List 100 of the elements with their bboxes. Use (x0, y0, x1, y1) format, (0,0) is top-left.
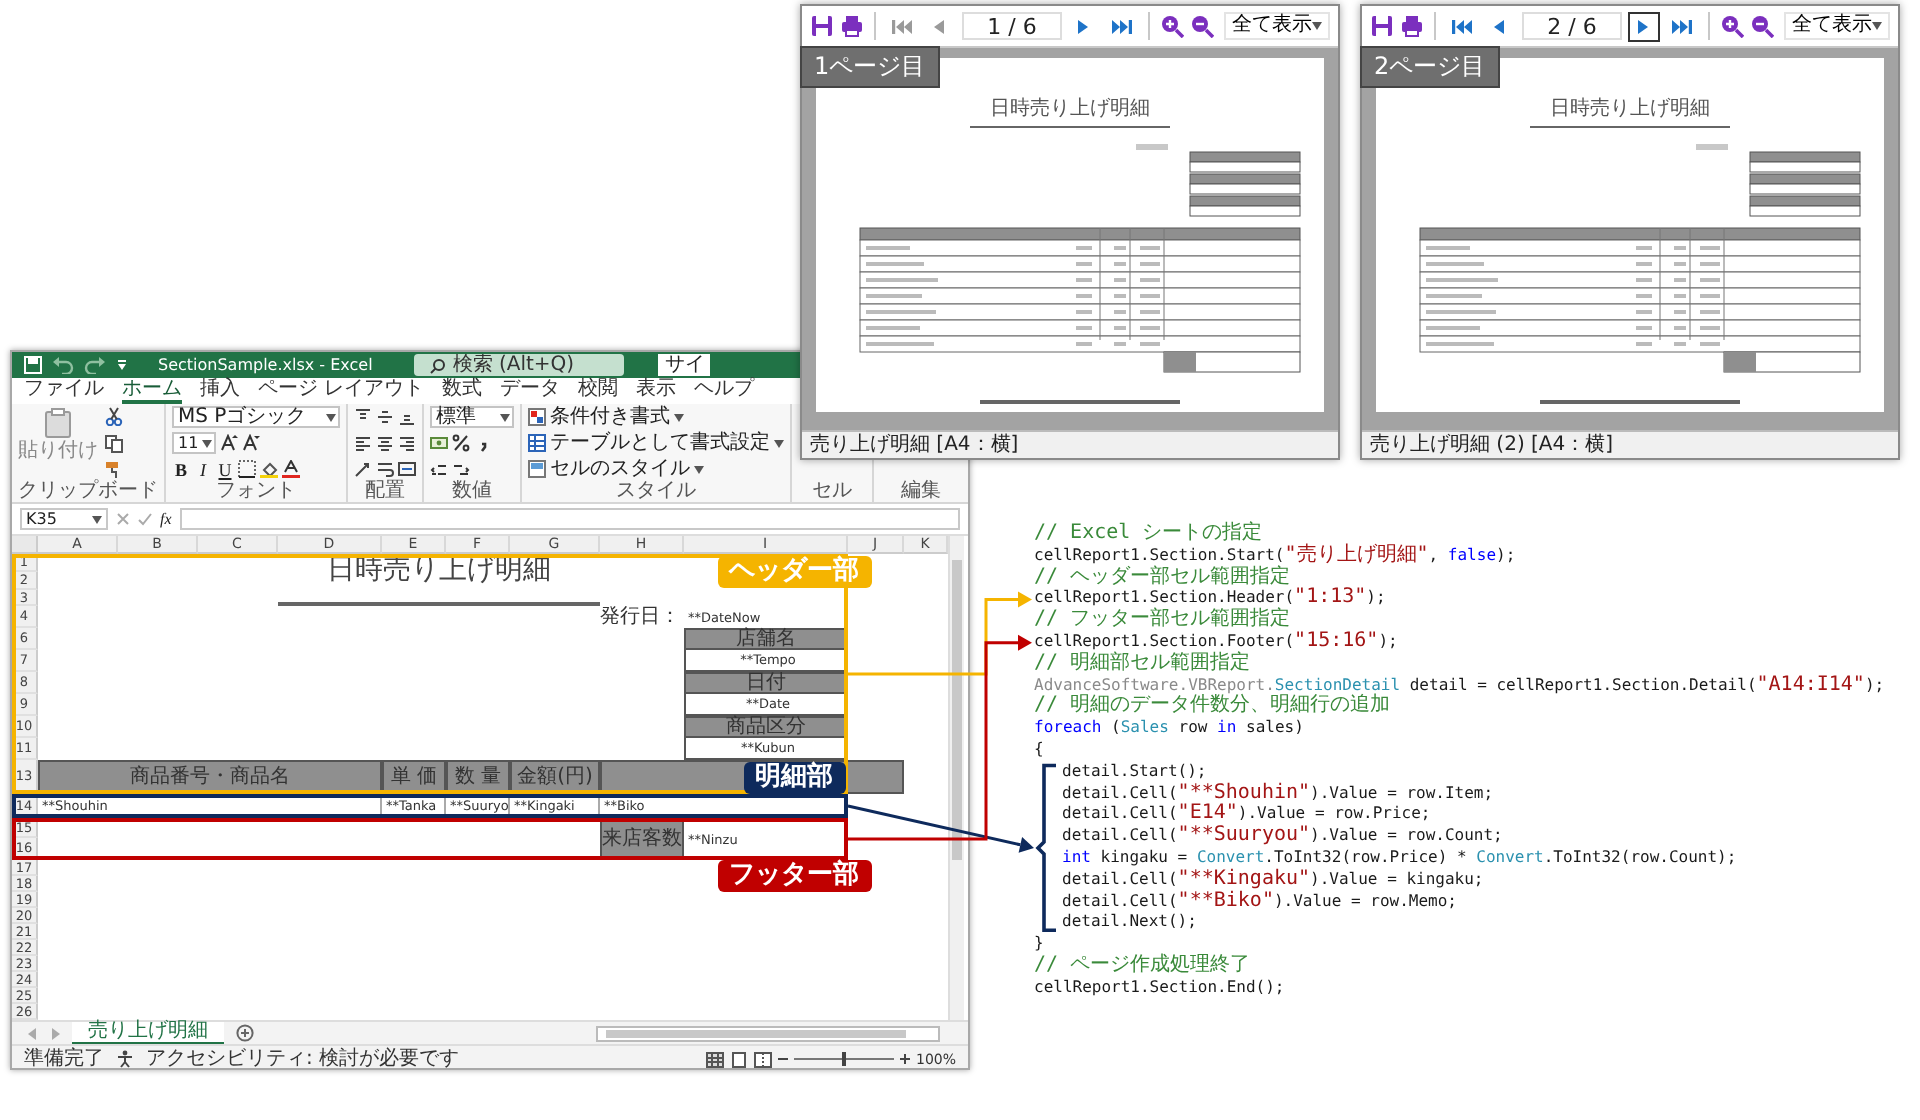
normal-view-icon[interactable] (705, 1051, 724, 1067)
save-icon[interactable] (24, 356, 42, 374)
italic-button[interactable]: I (194, 459, 212, 479)
decrease-decimal-icon[interactable] (452, 460, 470, 478)
group-label: フォント (214, 480, 298, 502)
scrollbar-thumb[interactable] (952, 560, 962, 860)
slider-thumb[interactable] (841, 1052, 846, 1066)
ribbon-tab[interactable]: 表示 (636, 378, 677, 404)
number-format-dropdown[interactable]: 標準 (430, 406, 514, 428)
name-box[interactable]: K35 (20, 508, 108, 530)
section-label: フッター部 (717, 860, 871, 892)
page-layout-icon[interactable] (729, 1051, 748, 1067)
add-sheet-icon[interactable] (236, 1024, 254, 1042)
page-break-icon[interactable] (753, 1051, 772, 1067)
font-color-icon[interactable] (282, 460, 300, 478)
page-number-field[interactable]: 2 / 6 (1521, 12, 1623, 40)
format-as-table-button[interactable]: テーブルとして書式設定 (528, 432, 784, 454)
grow-font-icon[interactable] (220, 434, 238, 452)
ribbon-tab[interactable]: 校閲 (578, 378, 619, 404)
search-field[interactable]: 検索 (Alt+Q) (414, 354, 625, 376)
caret-icon (1312, 22, 1323, 30)
print-icon[interactable] (840, 14, 864, 38)
code-line: // 明細のデータ件数分、明細行の追加 (1032, 696, 1393, 719)
zoom-in-icon[interactable] (1160, 14, 1185, 38)
caret-icon (202, 439, 213, 447)
window-title: SectionSample.xlsx - Excel (158, 356, 373, 374)
zoom-dropdown[interactable]: 全て表示 (1784, 12, 1891, 40)
group-label: スタイル (614, 480, 698, 502)
conditional-formatting-button[interactable]: 条件付き書式 (528, 406, 784, 428)
code-line: detail.Next(); (1060, 912, 1199, 935)
ribbon-tab[interactable]: ヘルプ (694, 378, 755, 404)
zoom-out-icon[interactable] (777, 1054, 788, 1064)
caret-icon (1872, 22, 1883, 30)
increase-decimal-icon[interactable] (430, 460, 448, 478)
scissors-icon[interactable] (104, 406, 124, 426)
issue-date-label: 発行日： (600, 606, 682, 628)
code-line: // ヘッダー部セル範囲指定 (1032, 567, 1293, 589)
zoom-in-icon[interactable] (899, 1054, 910, 1064)
group-label: 編集 (899, 480, 943, 502)
status-text: 売り上げ明細 (2) [A4：横] (1362, 430, 1898, 458)
report-title: 日時売り上げ明細 (1530, 98, 1730, 128)
merge-cells-icon[interactable] (398, 460, 416, 478)
page-number-field[interactable]: 1 / 6 (961, 12, 1063, 40)
status-text: 準備完了 (24, 1048, 104, 1068)
insert-function-button[interactable]: fx (160, 510, 172, 528)
sheet-tab[interactable]: 売り上げ明細 (72, 1021, 224, 1045)
caret-icon (774, 439, 784, 447)
code-line: int kingaku = Convert.ToInt32(row.Price) * Convert.ToInt32(row.Count); (1060, 847, 1739, 868)
code-line: cellReport1.Section.End(); (1032, 977, 1287, 1000)
code-line: foreach (Sales row in sales) (1032, 718, 1306, 740)
text-orientation-icon[interactable] (354, 460, 372, 478)
info-label: 日付 (684, 672, 848, 694)
fill-color-icon[interactable] (260, 460, 278, 478)
next-page-button[interactable] (1628, 11, 1661, 41)
align-middle-icon[interactable] (376, 408, 394, 426)
shrink-font-icon[interactable] (242, 434, 260, 452)
ribbon-tab[interactable]: ページ レイアウト (258, 378, 425, 404)
zoom-dropdown[interactable]: 全て表示 (1224, 12, 1331, 40)
group-label: 配置 (363, 480, 407, 502)
zoom-out-icon[interactable] (1750, 14, 1775, 38)
formula-field[interactable] (179, 508, 960, 530)
accessibility-icon[interactable] (116, 1050, 134, 1068)
ribbon-tab[interactable]: データ (500, 378, 561, 404)
currency-icon[interactable] (430, 434, 448, 452)
zoom-in-icon[interactable] (1720, 14, 1745, 38)
code-line: { (1032, 739, 1046, 762)
underline-button[interactable]: U (216, 459, 234, 479)
percent-icon[interactable] (452, 434, 470, 452)
ribbon-tab[interactable]: 数式 (442, 378, 483, 404)
sign-in-button[interactable]: サイ (658, 354, 711, 376)
group-label: クリップボード (18, 480, 158, 502)
caret-icon[interactable] (116, 356, 128, 374)
wrap-text-icon[interactable] (376, 460, 394, 478)
style-icon (528, 434, 546, 452)
accessibility-status[interactable]: アクセシビリティ: 検討が必要です (146, 1048, 460, 1068)
align-center-icon[interactable] (376, 434, 394, 452)
ribbon-tab[interactable]: ファイル (24, 378, 104, 404)
font-size-dropdown[interactable]: 11 (172, 432, 216, 454)
last-page-icon (1110, 15, 1135, 37)
bold-button[interactable]: B (172, 459, 190, 479)
code-line: detail.Cell("**Shouhin").Value = row.Item; (1060, 783, 1496, 804)
vertical-scrollbar[interactable] (948, 536, 964, 1020)
borders-icon[interactable] (238, 460, 256, 478)
brush-icon[interactable] (104, 460, 124, 480)
redo-icon[interactable] (84, 356, 106, 374)
print-icon[interactable] (1400, 14, 1424, 38)
horizontal-scrollbar[interactable] (596, 1025, 940, 1041)
status-text: 売り上げ明細 [A4：横] (802, 430, 1338, 458)
code-line: cellReport1.Section.Header("1:13"); (1032, 588, 1388, 609)
last-page-icon (1670, 15, 1695, 37)
ribbon-tab[interactable]: 挿入 (200, 378, 240, 404)
align-left-icon[interactable] (354, 434, 372, 452)
zoom-out-icon[interactable] (1190, 14, 1215, 38)
align-right-icon[interactable] (398, 434, 416, 452)
cell-styles-button[interactable]: セルのスタイル (528, 458, 784, 480)
copy-icon[interactable] (104, 433, 124, 453)
undo-icon[interactable] (52, 356, 74, 374)
group-label: 数値 (450, 480, 494, 502)
scrollbar-thumb[interactable] (606, 1029, 906, 1037)
font-name-dropdown[interactable]: MS Pゴシック (172, 406, 340, 428)
